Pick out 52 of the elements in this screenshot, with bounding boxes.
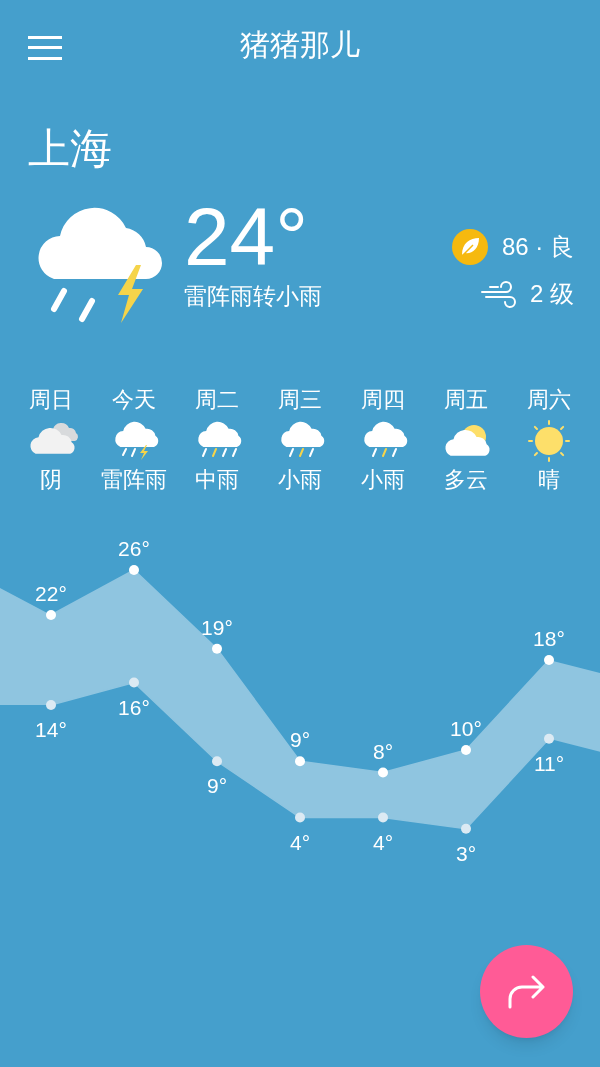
forecast-condition: 小雨 (360, 466, 405, 494)
wind-level: 2 级 (530, 279, 574, 309)
day-label: 周二 (195, 386, 240, 414)
temperature-label: 3° (455, 841, 477, 863)
data-point (129, 677, 139, 688)
temperature-label: 4° (289, 830, 311, 854)
temperature-label: 9° (206, 774, 228, 798)
forecast-condition: 雷阵雨 (101, 466, 168, 494)
temperature-label: 16° (118, 695, 150, 719)
forecast-condition: 多云 (443, 466, 488, 494)
data-point (295, 812, 305, 823)
temperature-label: 26° (118, 537, 150, 560)
day-label: 周六 (526, 386, 571, 414)
day-label: 今天 (112, 386, 157, 414)
data-point (461, 745, 471, 755)
forecast-condition: 晴 (537, 466, 560, 494)
weather-condition: 雷阵雨转小雨 (184, 282, 322, 311)
temperature-label: 18° (533, 627, 565, 650)
forecast-condition: 中雨 (195, 466, 240, 494)
data-point (544, 655, 554, 665)
day-label: 周四 (360, 386, 405, 414)
day-label: 周三 (278, 386, 322, 414)
temperature-label: 14° (35, 718, 67, 741)
temperature-label: 22° (35, 582, 67, 605)
day-label: 周五 (443, 386, 488, 414)
data-point (295, 756, 305, 767)
data-point (212, 756, 222, 767)
data-point (378, 767, 388, 778)
forecast-condition: 阴 (40, 466, 63, 494)
temperature-label: 9° (289, 728, 311, 752)
city-name: 上海 (28, 125, 112, 172)
menu-icon[interactable] (28, 35, 62, 60)
data-point (461, 823, 471, 834)
temperature-label: 4° (372, 830, 394, 854)
day-label: 周日 (29, 386, 74, 414)
temperature-label: 10° (450, 717, 482, 740)
data-point (378, 812, 388, 823)
wind-icon (480, 279, 518, 309)
data-point (46, 610, 56, 620)
data-point (212, 643, 222, 654)
forecast-condition: 小雨 (278, 466, 322, 494)
temperature-label: 19° (201, 615, 233, 639)
current-temperature: 24° (184, 195, 309, 279)
temperature-label: 8° (372, 739, 394, 763)
share-arrow-icon (506, 974, 547, 1009)
air-quality: 86 · 良 (501, 232, 574, 262)
data-point (544, 733, 554, 744)
leaf-icon (451, 229, 488, 265)
data-point (129, 565, 139, 575)
data-point (46, 700, 56, 710)
temperature-label: 11° (533, 751, 565, 775)
app-title: 猪猪那儿 (240, 27, 360, 63)
